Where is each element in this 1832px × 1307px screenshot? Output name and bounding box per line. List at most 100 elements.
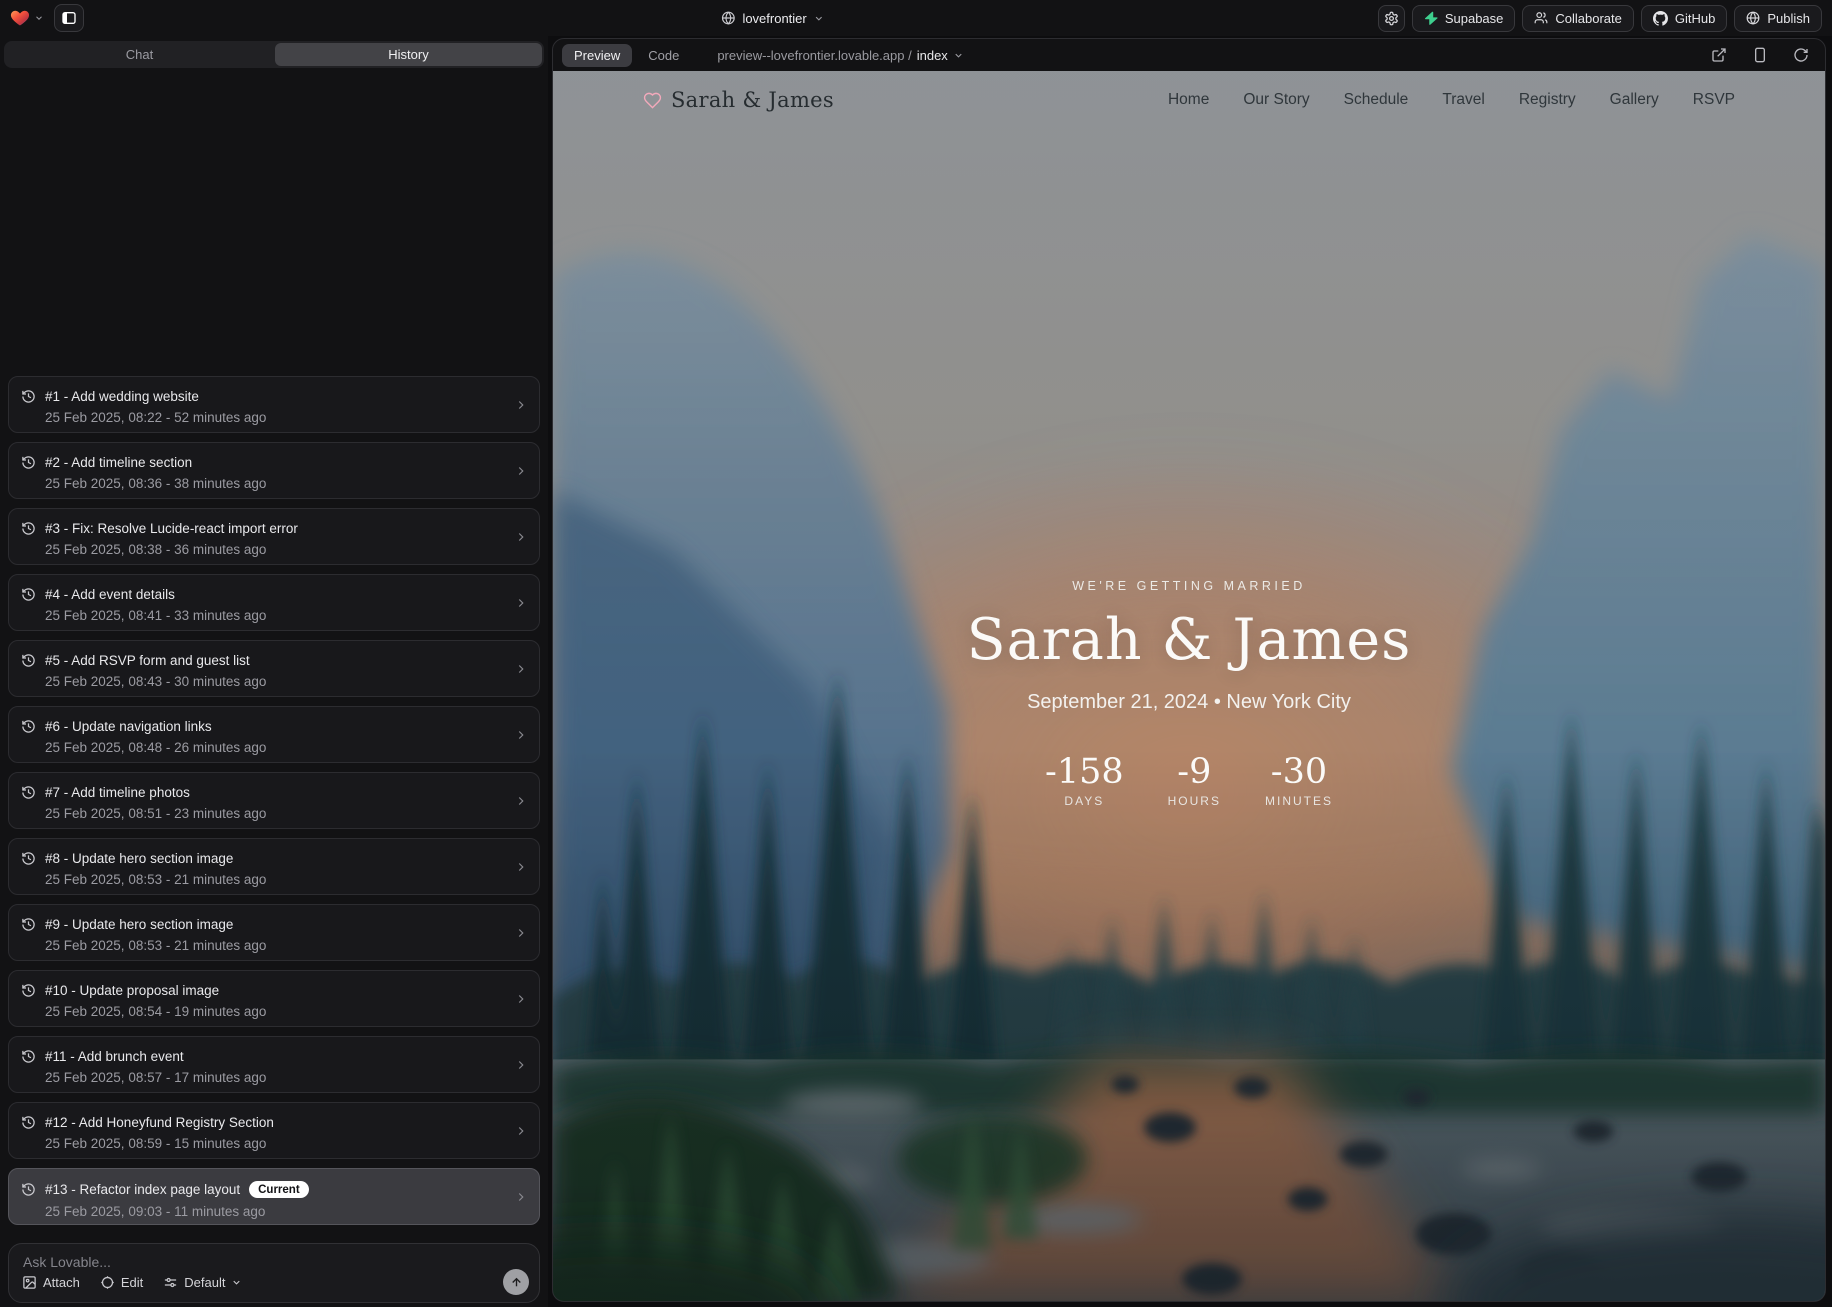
history-icon — [21, 1115, 36, 1130]
site-nav-link[interactable]: Travel — [1442, 91, 1485, 109]
history-item-timestamp: 25 Feb 2025, 08:59 - 15 minutes ago — [45, 1136, 505, 1151]
wedding-site: Sarah & James Home Our Story Schedule Trave… — [553, 71, 1825, 1301]
panel-left-icon — [61, 10, 77, 26]
open-in-new-tab-button[interactable] — [1711, 47, 1727, 63]
sidebar-tab[interactable]: History — [275, 43, 542, 66]
chevron-right-icon — [514, 728, 528, 742]
edit-button[interactable]: Edit — [100, 1275, 143, 1290]
history-item-timestamp: 25 Feb 2025, 08:53 - 21 minutes ago — [45, 938, 505, 953]
chevron-right-icon — [514, 596, 528, 610]
preview-toolbar-icons — [1711, 47, 1809, 63]
collaborate-button[interactable]: Collaborate — [1522, 5, 1634, 32]
sidebar-toggle-button[interactable] — [54, 4, 84, 32]
tab-code[interactable]: Code — [636, 44, 691, 67]
history-item-timestamp: 25 Feb 2025, 08:53 - 21 minutes ago — [45, 872, 505, 887]
attach-label: Attach — [43, 1275, 80, 1290]
site-nav-link[interactable]: RSVP — [1693, 91, 1735, 109]
site-logo[interactable]: Sarah & James — [643, 88, 834, 112]
history-item-title: #9 - Update hero section image — [45, 917, 233, 932]
site-nav-link[interactable]: Schedule — [1344, 91, 1409, 109]
preview-panel: Preview Code preview--lovefrontier.lovab… — [552, 38, 1826, 1302]
history-item-title: #2 - Add timeline section — [45, 455, 192, 470]
project-name: lovefrontier — [742, 11, 806, 26]
chevron-down-icon — [34, 13, 44, 23]
chevron-right-icon — [514, 794, 528, 808]
supabase-button[interactable]: Supabase — [1412, 5, 1516, 32]
site-nav: Home Our Story Schedule Travel Registry Galle… — [1168, 91, 1735, 109]
countdown-item: -30 MINUTES — [1265, 752, 1333, 808]
site-nav-link[interactable]: Gallery — [1610, 91, 1659, 109]
smartphone-icon — [1752, 47, 1768, 63]
globe-icon — [1746, 11, 1760, 25]
settings-button[interactable] — [1378, 5, 1405, 32]
history-item[interactable]: #5 - Add RSVP form and guest list Curren… — [8, 640, 540, 697]
lovable-logo-menu[interactable] — [10, 8, 44, 28]
history-item-timestamp: 25 Feb 2025, 08:51 - 23 minutes ago — [45, 806, 505, 821]
crosshair-icon — [100, 1275, 115, 1290]
topbar: lovefrontier Supabase Collaborate — [0, 0, 1832, 36]
collaborate-label: Collaborate — [1555, 11, 1622, 26]
send-button[interactable] — [503, 1269, 529, 1295]
history-icon — [21, 455, 36, 470]
site-nav-link[interactable]: Registry — [1519, 91, 1576, 109]
tab-preview[interactable]: Preview — [562, 44, 632, 67]
github-button[interactable]: GitHub — [1641, 5, 1727, 32]
history-item[interactable]: #12 - Add Honeyfund Registry Section Cur… — [8, 1102, 540, 1159]
refresh-button[interactable] — [1793, 47, 1809, 63]
chevron-right-icon — [514, 1058, 528, 1072]
arrow-up-icon — [510, 1276, 523, 1289]
history-icon — [21, 983, 36, 998]
countdown: -158 DAYS -9 HOURS -30 MINUTES — [553, 752, 1825, 808]
history-item-timestamp: 25 Feb 2025, 08:36 - 38 minutes ago — [45, 476, 505, 491]
history-item[interactable]: #1 - Add wedding website Current 25 Feb … — [8, 376, 540, 433]
preview-toolbar: Preview Code preview--lovefrontier.lovab… — [553, 39, 1825, 71]
mobile-view-button[interactable] — [1752, 47, 1768, 63]
history-item-timestamp: 25 Feb 2025, 08:57 - 17 minutes ago — [45, 1070, 505, 1085]
hero-date-location: September 21, 2024 • New York City — [553, 691, 1825, 714]
history-item[interactable]: #13 - Refactor index page layout Current… — [8, 1168, 540, 1225]
chevron-down-icon — [814, 13, 825, 24]
history-item[interactable]: #10 - Update proposal image Current 25 F… — [8, 970, 540, 1027]
history-item-timestamp: 25 Feb 2025, 08:22 - 52 minutes ago — [45, 410, 505, 425]
site-header: Sarah & James Home Our Story Schedule Trave… — [553, 71, 1825, 129]
history-item-title: #10 - Update proposal image — [45, 983, 219, 998]
preview-url[interactable]: preview--lovefrontier.lovable.app / inde… — [717, 48, 963, 63]
gear-icon — [1384, 11, 1399, 26]
history-item[interactable]: #3 - Fix: Resolve Lucide-react import er… — [8, 508, 540, 565]
chevron-down-icon — [953, 50, 964, 61]
publish-label: Publish — [1767, 11, 1810, 26]
history-item[interactable]: #2 - Add timeline section Current 25 Feb… — [8, 442, 540, 499]
lovable-heart-icon — [10, 8, 30, 28]
lovable-app: lovefrontier Supabase Collaborate — [0, 0, 1832, 36]
preview-url-page: index — [917, 48, 948, 63]
project-switcher[interactable]: lovefrontier — [721, 11, 824, 26]
history-icon — [21, 785, 36, 800]
history-item[interactable]: #6 - Update navigation links Current 25 … — [8, 706, 540, 763]
history-item[interactable]: #9 - Update hero section image Current 2… — [8, 904, 540, 961]
history-item-title: #11 - Add brunch event — [45, 1049, 184, 1064]
history-item-title: #4 - Add event details — [45, 587, 175, 602]
sliders-icon — [163, 1275, 178, 1290]
chevron-down-icon — [231, 1277, 242, 1288]
mode-select[interactable]: Default — [163, 1275, 242, 1290]
history-icon — [21, 587, 36, 602]
history-item[interactable]: #7 - Add timeline photos Current 25 Feb … — [8, 772, 540, 829]
history-list: #1 - Add wedding website Current 25 Feb … — [8, 376, 540, 1225]
history-item[interactable]: #11 - Add brunch event Current 25 Feb 20… — [8, 1036, 540, 1093]
history-item[interactable]: #8 - Update hero section image Current 2… — [8, 838, 540, 895]
countdown-value: -30 — [1265, 752, 1333, 792]
history-icon — [21, 1182, 36, 1197]
sidebar-tab[interactable]: Chat — [6, 43, 273, 66]
history-icon — [21, 719, 36, 734]
chevron-right-icon — [514, 860, 528, 874]
ask-lovable-input[interactable]: Ask Lovable... — [23, 1254, 525, 1270]
publish-button[interactable]: Publish — [1734, 5, 1822, 32]
hero-eyebrow: WE'RE GETTING MARRIED — [553, 579, 1825, 593]
site-nav-link[interactable]: Home — [1168, 91, 1209, 109]
chevron-right-icon — [514, 926, 528, 940]
history-item[interactable]: #4 - Add event details Current 25 Feb 20… — [8, 574, 540, 631]
history-item-timestamp: 25 Feb 2025, 08:54 - 19 minutes ago — [45, 1004, 505, 1019]
history-icon — [21, 389, 36, 404]
attach-button[interactable]: Attach — [22, 1275, 80, 1290]
site-nav-link[interactable]: Our Story — [1243, 91, 1309, 109]
